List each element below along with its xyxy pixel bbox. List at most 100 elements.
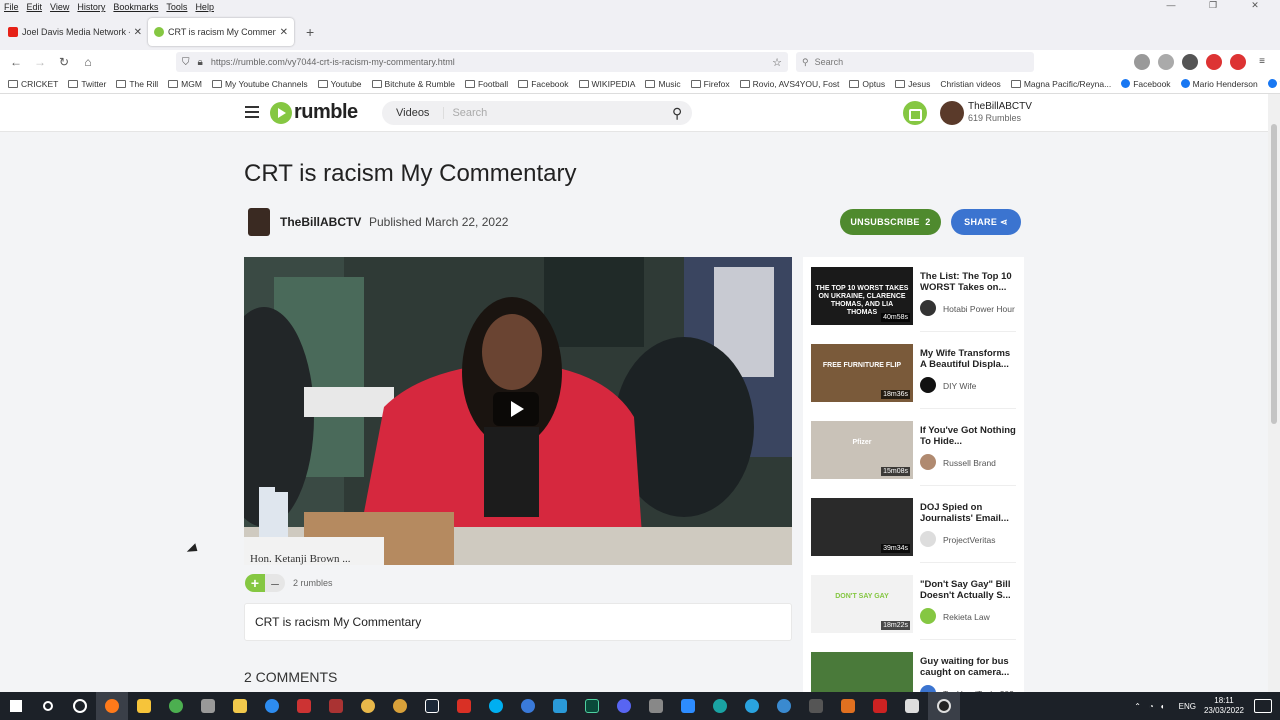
bookmark-item[interactable]: Twitter	[68, 79, 106, 89]
video-thumbnail[interactable]: Pfizer 15m08s	[811, 421, 913, 479]
adblock-icon[interactable]	[1230, 54, 1246, 70]
game-icon[interactable]	[320, 692, 352, 720]
bookmark-item[interactable]: Youtube	[317, 79, 362, 89]
page-scrollbar[interactable]	[1268, 94, 1280, 692]
related-video-item[interactable]: THE TOP 10 WORST TAKES ON UKRAINE, CLARE…	[811, 267, 1017, 337]
related-video-item[interactable]: DON'T SAY GAY 18m22s "Don't Say Gay" Bill …	[811, 575, 1017, 645]
shield-icon[interactable]: ⛉	[182, 57, 190, 68]
bookmark-item[interactable]: Bitchute & Rumble	[371, 79, 455, 89]
channel-avatar[interactable]	[920, 377, 936, 393]
tray-chevron-icon[interactable]: ⌃	[1134, 702, 1141, 711]
sticky-notes-icon[interactable]	[128, 692, 160, 720]
account-name[interactable]: TheBillABCTV	[968, 101, 1032, 112]
hamburger-menu-icon[interactable]	[245, 106, 259, 118]
url-bar[interactable]: ⛉ 🔒︎ https://rumble.com/vy7044-crt-is-ra…	[176, 52, 788, 72]
app-icon[interactable]	[384, 692, 416, 720]
menu-history[interactable]: History	[77, 2, 105, 12]
related-video-item[interactable]: FREE FURNITURE FLIP 18m36s My Wife Transfo…	[811, 344, 1017, 414]
related-video-item[interactable]: 39m34s DOJ Spied on Journalists' Email...…	[811, 498, 1017, 568]
bookmark-item[interactable]: Music	[645, 79, 681, 89]
game-icon[interactable]	[288, 692, 320, 720]
related-video-title[interactable]: If You've Got Nothing To Hide...	[920, 425, 1016, 447]
related-channel-name[interactable]: Russell Brand	[943, 458, 996, 468]
menu-icon[interactable]: ≡	[1254, 54, 1270, 70]
channel-avatar[interactable]	[920, 531, 936, 547]
menu-tools[interactable]: Tools	[166, 2, 187, 12]
app-icon[interactable]	[704, 692, 736, 720]
channel-avatar[interactable]	[920, 454, 936, 470]
clock[interactable]: 18:11 23/03/2022	[1204, 696, 1244, 716]
app-icon[interactable]	[832, 692, 864, 720]
app-icon[interactable]	[192, 692, 224, 720]
lock-icon[interactable]: 🔒︎	[198, 57, 203, 68]
extension-icon[interactable]	[1182, 54, 1198, 70]
play-icon[interactable]	[493, 392, 539, 426]
related-channel-name[interactable]: DIY Wife	[943, 381, 976, 391]
video-thumbnail[interactable]: 39m34s	[811, 498, 913, 556]
app-icon[interactable]	[256, 692, 288, 720]
chrome-icon[interactable]	[160, 692, 192, 720]
downvote-button[interactable]: –	[265, 574, 285, 592]
tab-crt-racism[interactable]: CRT is racism My Commentary ✕	[148, 18, 294, 46]
related-video-title[interactable]: The List: The Top 10 WORST Takes on...	[920, 271, 1016, 293]
steam-icon[interactable]	[416, 692, 448, 720]
obs-icon[interactable]	[928, 692, 960, 720]
upvote-button[interactable]: +	[245, 574, 265, 592]
bookmark-item[interactable]: Jesus	[895, 79, 930, 89]
windows-start-icon[interactable]	[0, 692, 32, 720]
menu-bookmarks[interactable]: Bookmarks	[113, 2, 158, 12]
app-icon[interactable]	[864, 692, 896, 720]
app-icon[interactable]	[640, 692, 672, 720]
related-video-title[interactable]: "Don't Say Gay" Bill Doesn't Actually S.…	[920, 579, 1016, 601]
menu-help[interactable]: Help	[195, 2, 214, 12]
gmail-icon[interactable]	[448, 692, 480, 720]
menu-view[interactable]: View	[50, 2, 69, 12]
cortana-icon[interactable]	[64, 692, 96, 720]
rumble-search-input[interactable]: Search	[444, 107, 672, 119]
share-button[interactable]: SHARE ⋖	[951, 209, 1021, 235]
bookmark-item[interactable]: MGM	[168, 79, 202, 89]
new-tab-icon[interactable]: +	[306, 24, 314, 40]
related-channel-name[interactable]: ProjectVeritas	[943, 535, 995, 545]
notifications-icon[interactable]	[1254, 699, 1272, 713]
bookmark-item[interactable]: Christian videos	[940, 79, 1000, 89]
avatar[interactable]	[940, 101, 964, 125]
app-icon[interactable]	[512, 692, 544, 720]
video-thumbnail[interactable]: THE TOP 10 WORST TAKES ON UKRAINE, CLARE…	[811, 267, 913, 325]
related-video-title[interactable]: My Wife Transforms A Beautiful Displa...	[920, 348, 1016, 370]
forward-icon[interactable]: →	[28, 55, 52, 69]
audition-icon[interactable]	[576, 692, 608, 720]
bookmark-item[interactable]: Rovio, AVS4YOU, Fost	[739, 79, 839, 89]
network-icon[interactable]: ◔	[1149, 702, 1154, 711]
search-icon[interactable]: ⚲	[672, 105, 692, 122]
bookmark-item[interactable]: Victoria Frazier	[1267, 79, 1280, 89]
app-icon[interactable]	[352, 692, 384, 720]
channel-name[interactable]: TheBillABCTV	[280, 215, 361, 229]
upload-video-icon[interactable]	[903, 101, 927, 125]
back-icon[interactable]: ←	[4, 55, 28, 69]
video-thumbnail[interactable]: FREE FURNITURE FLIP 18m36s	[811, 344, 913, 402]
pocket-icon[interactable]	[1134, 54, 1150, 70]
telegram-icon[interactable]	[736, 692, 768, 720]
channel-avatar[interactable]	[248, 208, 270, 236]
browser-search-input[interactable]: ⚲ Search	[796, 52, 1034, 72]
scrollbar-thumb[interactable]	[1271, 124, 1277, 424]
video-thumbnail[interactable]: DON'T SAY GAY 18m22s	[811, 575, 913, 633]
search-scope-select[interactable]: Videos	[382, 107, 445, 119]
skype-icon[interactable]	[480, 692, 512, 720]
rumble-logo[interactable]: rumble	[270, 101, 358, 124]
language-indicator[interactable]: ENG	[1179, 702, 1196, 711]
related-video-title[interactable]: DOJ Spied on Journalists' Email...	[920, 502, 1016, 524]
bookmark-item[interactable]: Facebook	[1121, 79, 1171, 89]
volume-icon[interactable]: ◖	[1160, 702, 1165, 711]
menu-file[interactable]: File	[4, 2, 19, 12]
rumble-search[interactable]: Videos Search ⚲	[382, 101, 692, 125]
reload-icon[interactable]: ↻	[52, 55, 76, 69]
bookmark-item[interactable]: Magna Pacific/Reyna...	[1010, 79, 1111, 89]
bookmark-star-icon[interactable]: ☆	[772, 56, 782, 69]
channel-avatar[interactable]	[920, 608, 936, 624]
bookmark-item[interactable]: Optus	[849, 79, 885, 89]
channel-avatar[interactable]	[920, 300, 936, 316]
related-channel-name[interactable]: Rekieta Law	[943, 612, 990, 622]
app-icon[interactable]	[544, 692, 576, 720]
